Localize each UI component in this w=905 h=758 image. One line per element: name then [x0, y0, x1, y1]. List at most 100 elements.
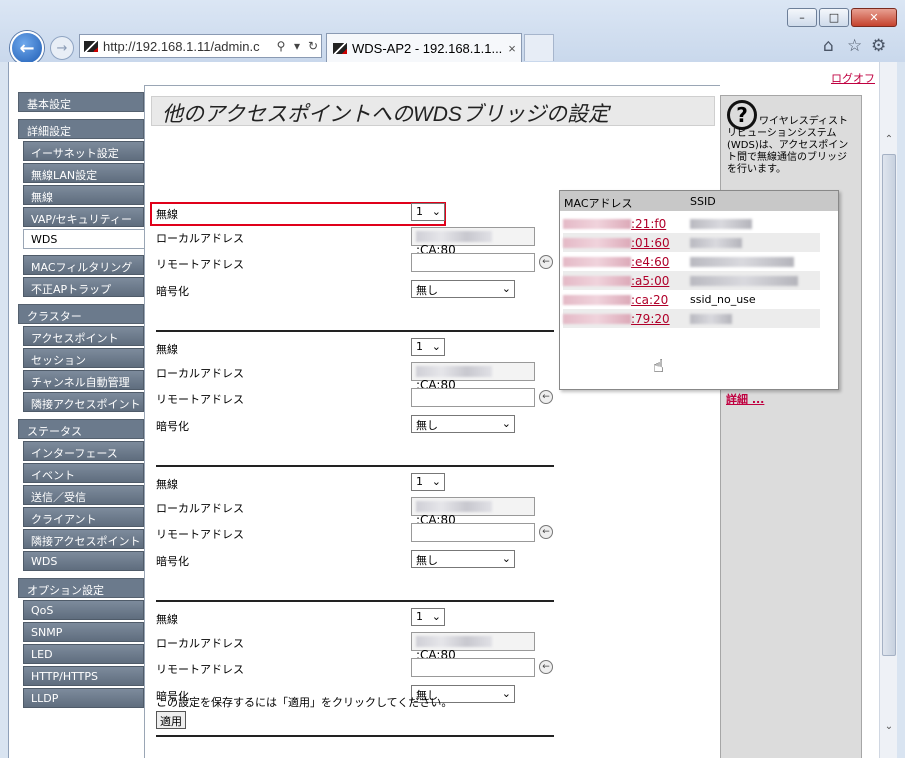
mac-address-link[interactable]: :e4:60: [563, 255, 690, 269]
sidebar-item-led[interactable]: LED: [23, 644, 144, 664]
mac-address-link[interactable]: :21:f0: [563, 217, 690, 231]
encryption-select[interactable]: 無し ⌄: [411, 550, 515, 568]
sidebar-item-status-wds[interactable]: WDS: [23, 551, 144, 571]
redacted-mac: [563, 295, 631, 305]
sidebar-section-options[interactable]: オプション設定: [18, 578, 144, 598]
sidebar-item-rogue-ap[interactable]: 不正APトラップ: [23, 277, 144, 297]
sidebar-section-advanced[interactable]: 詳細設定: [18, 119, 144, 139]
apply-button[interactable]: 適用: [156, 711, 186, 729]
sidebar-item-lldp[interactable]: LLDP: [23, 688, 144, 708]
sidebar-section-basic[interactable]: 基本設定: [18, 92, 144, 112]
scroll-up-icon[interactable]: ⌃: [880, 134, 898, 151]
window-controls: – □ ✕: [787, 8, 897, 27]
arrow-circle-icon[interactable]: ←: [539, 390, 553, 404]
sidebar-item-ethernet[interactable]: イーサネット設定: [23, 141, 144, 161]
arrow-circle-icon[interactable]: ←: [539, 255, 553, 269]
hand-cursor-icon: ☝: [653, 356, 664, 377]
chevron-down-icon: ⌄: [431, 475, 441, 488]
close-window-button[interactable]: ✕: [851, 8, 897, 27]
sidebar-item-events[interactable]: イベント: [23, 463, 144, 483]
encryption-label: 暗号化: [156, 555, 189, 568]
mac-address-link[interactable]: :ca:20: [563, 293, 690, 307]
sidebar-item-sessions[interactable]: セッション: [23, 348, 144, 368]
sidebar-section-status[interactable]: ステータス: [18, 419, 144, 439]
new-tab-button[interactable]: [524, 34, 554, 61]
address-text[interactable]: http://192.168.1.11/admin.c: [103, 39, 273, 54]
sidebar-item-clients[interactable]: クライアント: [23, 507, 144, 527]
sidebar-item-neighbor-aps[interactable]: 隣接アクセスポイント: [23, 392, 144, 412]
logout-link[interactable]: ログオフ: [831, 70, 875, 86]
scroll-down-icon[interactable]: ⌄: [880, 721, 898, 738]
sidebar-item-status-neighbors[interactable]: 隣接アクセスポイント: [23, 529, 144, 549]
local-address-field: :CA:80: [411, 362, 535, 392]
encryption-select[interactable]: 無し ⌄: [411, 280, 515, 298]
chevron-down-icon: ⌄: [431, 205, 441, 218]
sidebar-item-access-points[interactable]: アクセスポイント: [23, 326, 144, 346]
gear-icon[interactable]: ⚙: [871, 36, 886, 56]
radio-select[interactable]: 1 ⌄: [411, 473, 445, 491]
sidebar-item-vap-security[interactable]: VAP/セキュリティー: [23, 207, 144, 227]
sidebar-item-interfaces[interactable]: インターフェース: [23, 441, 144, 461]
remote-label: リモートアドレス: [156, 528, 244, 541]
redacted-mac: [563, 257, 631, 267]
mac-address-link[interactable]: :01:60: [563, 236, 690, 250]
minimize-button[interactable]: –: [787, 8, 817, 27]
remote-address-input[interactable]: [411, 388, 535, 407]
radio-label: 無線: [156, 208, 178, 221]
sidebar-item-wireless-lan[interactable]: 無線LAN設定: [23, 163, 144, 183]
radio-select[interactable]: 1 ⌄: [411, 338, 445, 356]
section-divider: [156, 330, 554, 332]
refresh-icon[interactable]: ↻: [305, 39, 321, 53]
maximize-button[interactable]: □: [819, 8, 849, 27]
dropdown-icon[interactable]: ▾: [289, 39, 305, 53]
radio-select[interactable]: 1 ⌄: [411, 203, 445, 221]
local-row: ローカルアドレス :CA:80: [156, 497, 556, 527]
remote-address-input[interactable]: [411, 658, 535, 677]
remote-address-input[interactable]: [411, 523, 535, 542]
ssid-value: [690, 217, 752, 230]
redacted-ssid: [690, 257, 794, 267]
local-label: ローカルアドレス: [156, 637, 244, 650]
star-icon[interactable]: ☆: [847, 36, 862, 56]
encryption-row: 暗号化 無し ⌄: [156, 415, 556, 435]
ssid-value: [690, 255, 794, 268]
redacted-ssid: [690, 238, 742, 248]
radio-row: 無線 1 ⌄: [156, 203, 556, 223]
address-bar[interactable]: http://192.168.1.11/admin.c ⚲ ▾ ↻: [79, 34, 322, 58]
arrow-right-icon: →: [56, 40, 68, 56]
arrow-circle-icon[interactable]: ←: [539, 660, 553, 674]
sidebar-item-snmp[interactable]: SNMP: [23, 622, 144, 642]
local-label: ローカルアドレス: [156, 367, 244, 380]
back-button[interactable]: ←: [10, 31, 44, 65]
radio-select[interactable]: 1 ⌄: [411, 608, 445, 626]
more-details-link[interactable]: 詳細 ...: [726, 391, 764, 407]
redacted-mac: [563, 238, 631, 248]
sidebar-item-mac-filter[interactable]: MACフィルタリング: [23, 255, 144, 275]
encryption-select[interactable]: 無し ⌄: [411, 415, 515, 433]
local-label: ローカルアドレス: [156, 502, 244, 515]
browser-tab[interactable]: WDS-AP2 - 192.168.1.1... ×: [326, 33, 522, 62]
scrollbar[interactable]: ⌃ ⌄: [879, 62, 897, 758]
popup-col-mac: MACアドレス: [564, 197, 633, 210]
tab-close-icon[interactable]: ×: [503, 41, 521, 56]
sidebar-item-wds[interactable]: WDS: [23, 229, 149, 249]
arrow-circle-icon[interactable]: ←: [539, 525, 553, 539]
scroll-thumb[interactable]: [882, 154, 896, 656]
remote-row: リモートアドレス ←: [156, 388, 556, 408]
search-icon[interactable]: ⚲: [273, 39, 289, 53]
home-icon[interactable]: ⌂: [823, 36, 834, 56]
sidebar-item-channel-mgmt[interactable]: チャンネル自動管理: [23, 370, 144, 390]
remote-address-input[interactable]: [411, 253, 535, 272]
sidebar-item-http[interactable]: HTTP/HTTPS: [23, 666, 144, 686]
sidebar-item-tx-rx[interactable]: 送信／受信: [23, 485, 144, 505]
redacted-ssid: [690, 276, 798, 286]
popup-row: :21:f0: [563, 214, 820, 233]
sidebar-item-radio[interactable]: 無線: [23, 185, 144, 205]
section-divider: [156, 465, 554, 467]
mac-address-link[interactable]: :a5:00: [563, 274, 690, 288]
mac-address-link[interactable]: :79:20: [563, 312, 690, 326]
sidebar-section-cluster[interactable]: クラスター: [18, 304, 144, 324]
remote-label: リモートアドレス: [156, 258, 244, 271]
sidebar-item-qos[interactable]: QoS: [23, 600, 144, 620]
forward-button[interactable]: →: [50, 36, 74, 60]
